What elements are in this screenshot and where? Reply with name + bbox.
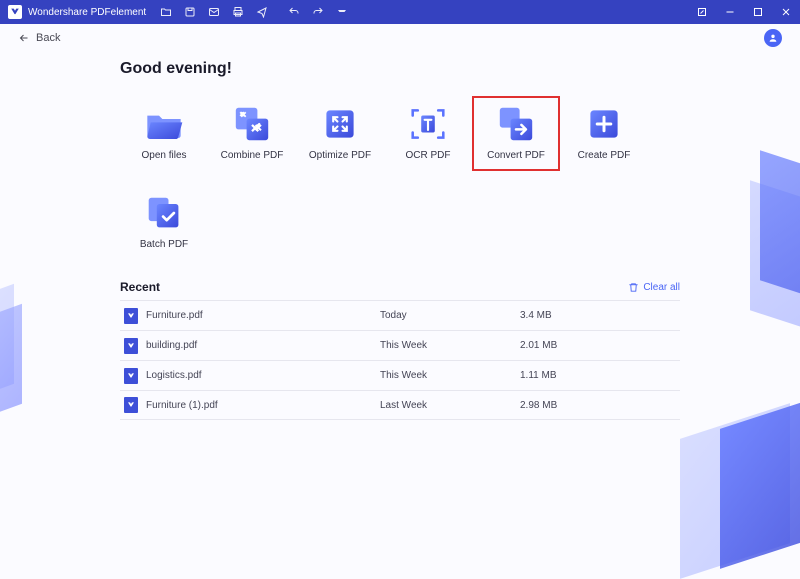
- convert-icon: [492, 104, 540, 144]
- tile-label: Batch PDF: [122, 239, 206, 250]
- file-size: 3.4 MB: [520, 310, 620, 321]
- file-cell: Furniture (1).pdf: [120, 397, 380, 413]
- pdf-file-icon: [124, 308, 138, 324]
- undo-icon[interactable]: [288, 6, 300, 18]
- batch-icon: [140, 193, 188, 233]
- file-cell: Furniture.pdf: [120, 308, 380, 324]
- file-time: Today: [380, 310, 520, 321]
- mail-icon[interactable]: [208, 6, 220, 18]
- tile-optimize-pdf[interactable]: Optimize PDF: [296, 96, 384, 171]
- window-close-icon[interactable]: [780, 6, 792, 18]
- file-name: Furniture.pdf: [146, 310, 203, 321]
- open-file-icon[interactable]: [160, 6, 172, 18]
- ocr-icon: [404, 104, 452, 144]
- titlebar: Wondershare PDFelement: [0, 0, 800, 24]
- recent-row[interactable]: Furniture.pdf Today 3.4 MB: [120, 300, 680, 330]
- tile-convert-pdf[interactable]: Convert PDF: [472, 96, 560, 171]
- file-time: This Week: [380, 370, 520, 381]
- file-cell: Logistics.pdf: [120, 368, 380, 384]
- back-row: Back: [0, 24, 800, 52]
- recent-list: Furniture.pdf Today 3.4 MB building.pdf …: [120, 300, 680, 420]
- file-name: Furniture (1).pdf: [146, 400, 218, 411]
- file-name: building.pdf: [146, 340, 197, 351]
- file-size: 2.98 MB: [520, 400, 620, 411]
- pdf-file-icon: [124, 397, 138, 413]
- folder-open-icon: [140, 104, 188, 144]
- file-name: Logistics.pdf: [146, 370, 202, 381]
- clear-all-button[interactable]: Clear all: [628, 282, 680, 293]
- tile-label: Create PDF: [562, 150, 646, 161]
- clear-all-label: Clear all: [643, 282, 680, 293]
- app-logo-icon: [8, 5, 22, 19]
- file-time: Last Week: [380, 400, 520, 411]
- optimize-icon: [316, 104, 364, 144]
- recent-row[interactable]: Logistics.pdf This Week 1.11 MB: [120, 360, 680, 390]
- tile-label: Combine PDF: [210, 150, 294, 161]
- tile-label: Open files: [122, 150, 206, 161]
- more-menu-icon[interactable]: [336, 6, 348, 18]
- save-icon[interactable]: [184, 6, 196, 18]
- recent-row[interactable]: Furniture (1).pdf Last Week 2.98 MB: [120, 390, 680, 420]
- window-maximize-icon[interactable]: [752, 6, 764, 18]
- main-content: Good evening! Open files Combine PDF Opt…: [0, 60, 800, 420]
- share-icon[interactable]: [256, 6, 268, 18]
- window-minimize-icon[interactable]: [724, 6, 736, 18]
- tile-label: Optimize PDF: [298, 150, 382, 161]
- tile-label: OCR PDF: [386, 150, 470, 161]
- tile-batch-pdf[interactable]: Batch PDF: [120, 185, 208, 260]
- recent-title: Recent: [120, 280, 160, 294]
- window-compact-icon[interactable]: [696, 6, 708, 18]
- file-size: 1.11 MB: [520, 370, 620, 381]
- create-icon: [580, 104, 628, 144]
- user-avatar[interactable]: [764, 29, 782, 47]
- greeting-text: Good evening!: [120, 60, 680, 78]
- print-icon[interactable]: [232, 6, 244, 18]
- tile-label: Convert PDF: [474, 150, 558, 161]
- pdf-file-icon: [124, 368, 138, 384]
- combine-icon: [228, 104, 276, 144]
- file-cell: building.pdf: [120, 338, 380, 354]
- tile-create-pdf[interactable]: Create PDF: [560, 96, 648, 171]
- tile-combine-pdf[interactable]: Combine PDF: [208, 96, 296, 171]
- action-tiles: Open files Combine PDF Optimize PDF OCR …: [120, 96, 680, 260]
- tile-open-files[interactable]: Open files: [120, 96, 208, 171]
- app-title: Wondershare PDFelement: [28, 7, 146, 18]
- recent-row[interactable]: building.pdf This Week 2.01 MB: [120, 330, 680, 360]
- tile-ocr-pdf[interactable]: OCR PDF: [384, 96, 472, 171]
- file-time: This Week: [380, 340, 520, 351]
- recent-header: Recent Clear all: [120, 280, 680, 294]
- pdf-file-icon: [124, 338, 138, 354]
- redo-icon[interactable]: [312, 6, 324, 18]
- back-label: Back: [36, 32, 60, 44]
- back-button[interactable]: Back: [18, 32, 60, 44]
- file-size: 2.01 MB: [520, 340, 620, 351]
